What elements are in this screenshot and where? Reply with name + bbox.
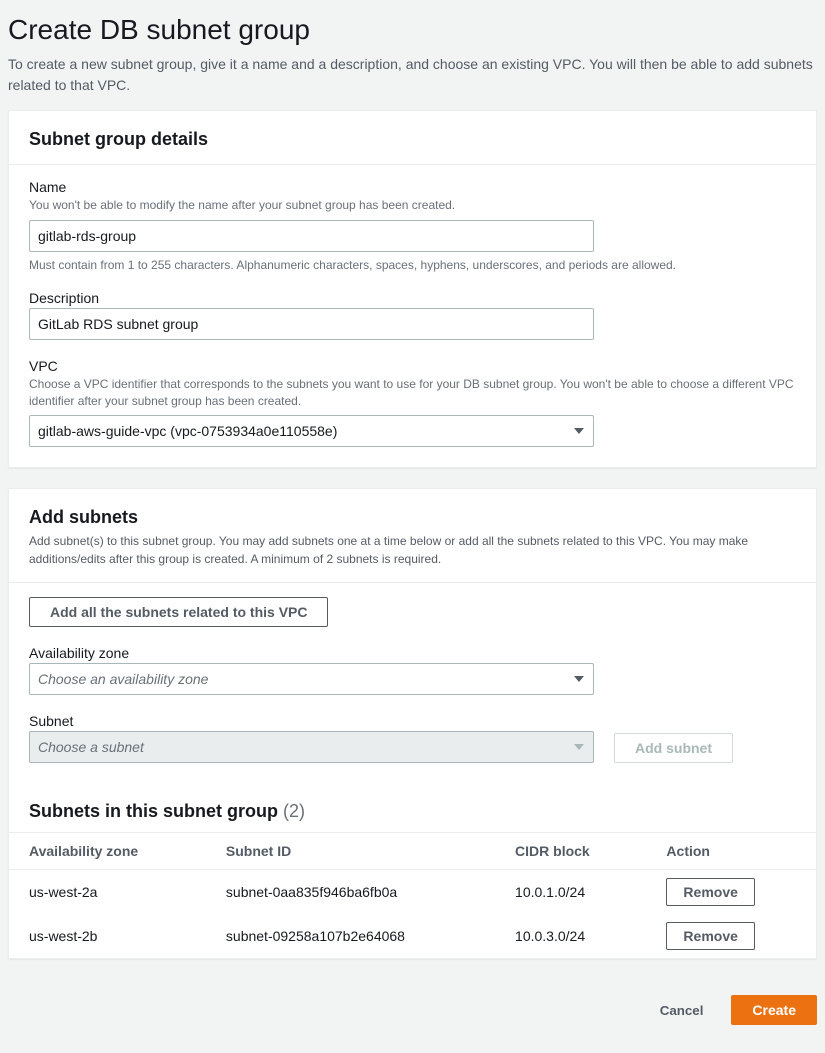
add-subnet-button: Add subnet <box>614 733 733 763</box>
description-label: Description <box>29 290 796 306</box>
remove-button[interactable]: Remove <box>666 878 754 906</box>
table-row: us-west-2b subnet-09258a107b2e64068 10.0… <box>9 914 816 958</box>
az-label: Availability zone <box>29 645 796 661</box>
vpc-select[interactable]: gitlab-aws-guide-vpc (vpc-0753934a0e1105… <box>29 415 594 447</box>
cell-subnet-id: subnet-09258a107b2e64068 <box>206 914 495 958</box>
col-az: Availability zone <box>9 833 206 870</box>
az-select[interactable]: Choose an availability zone <box>29 663 594 695</box>
cell-az: us-west-2b <box>9 914 206 958</box>
add-subnets-description: Add subnet(s) to this subnet group. You … <box>29 532 796 568</box>
add-subnets-heading: Add subnets <box>29 507 796 528</box>
cell-cidr: 10.0.1.0/24 <box>495 870 646 915</box>
vpc-label: VPC <box>29 358 796 374</box>
cancel-button[interactable]: Cancel <box>640 995 724 1025</box>
az-select-placeholder: Choose an availability zone <box>38 671 208 687</box>
footer-actions: Cancel Create <box>0 987 825 1041</box>
name-label: Name <box>29 179 796 195</box>
subnets-table: Availability zone Subnet ID CIDR block A… <box>9 832 816 958</box>
subnets-in-group-heading: Subnets in this subnet group (2) <box>9 783 816 832</box>
subnet-select-placeholder: Choose a subnet <box>38 739 144 755</box>
col-subnet-id: Subnet ID <box>206 833 495 870</box>
subnet-select: Choose a subnet <box>29 731 594 763</box>
table-row: us-west-2a subnet-0aa835f946ba6fb0a 10.0… <box>9 870 816 915</box>
subnet-field: Subnet Choose a subnet <box>29 713 594 763</box>
description-field: Description <box>29 290 796 340</box>
details-heading: Subnet group details <box>29 129 796 150</box>
name-input[interactable] <box>29 220 594 252</box>
cell-az: us-west-2a <box>9 870 206 915</box>
page-title: Create DB subnet group <box>8 14 817 46</box>
subnets-count: (2) <box>283 801 305 821</box>
az-field: Availability zone Choose an availability… <box>29 645 796 695</box>
col-cidr: CIDR block <box>495 833 646 870</box>
vpc-select-value: gitlab-aws-guide-vpc (vpc-0753934a0e1105… <box>38 423 337 439</box>
subnet-label: Subnet <box>29 713 594 729</box>
subnets-in-group-title: Subnets in this subnet group <box>29 801 278 821</box>
chevron-down-icon <box>574 428 584 434</box>
cell-cidr: 10.0.3.0/24 <box>495 914 646 958</box>
cell-subnet-id: subnet-0aa835f946ba6fb0a <box>206 870 495 915</box>
description-input[interactable] <box>29 308 594 340</box>
name-constraint: Must contain from 1 to 255 characters. A… <box>29 258 796 272</box>
col-action: Action <box>646 833 816 870</box>
add-all-subnets-button[interactable]: Add all the subnets related to this VPC <box>29 597 328 627</box>
subnet-group-details-panel: Subnet group details Name You won't be a… <box>8 110 817 468</box>
create-button[interactable]: Create <box>731 995 817 1025</box>
add-subnets-panel: Add subnets Add subnet(s) to this subnet… <box>8 488 817 959</box>
page-description: To create a new subnet group, give it a … <box>8 54 817 96</box>
chevron-down-icon <box>574 676 584 682</box>
name-field: Name You won't be able to modify the nam… <box>29 179 796 272</box>
vpc-field: VPC Choose a VPC identifier that corresp… <box>29 358 796 448</box>
vpc-hint: Choose a VPC identifier that corresponds… <box>29 376 796 410</box>
chevron-down-icon <box>574 744 584 750</box>
remove-button[interactable]: Remove <box>666 922 754 950</box>
name-hint: You won't be able to modify the name aft… <box>29 197 796 214</box>
